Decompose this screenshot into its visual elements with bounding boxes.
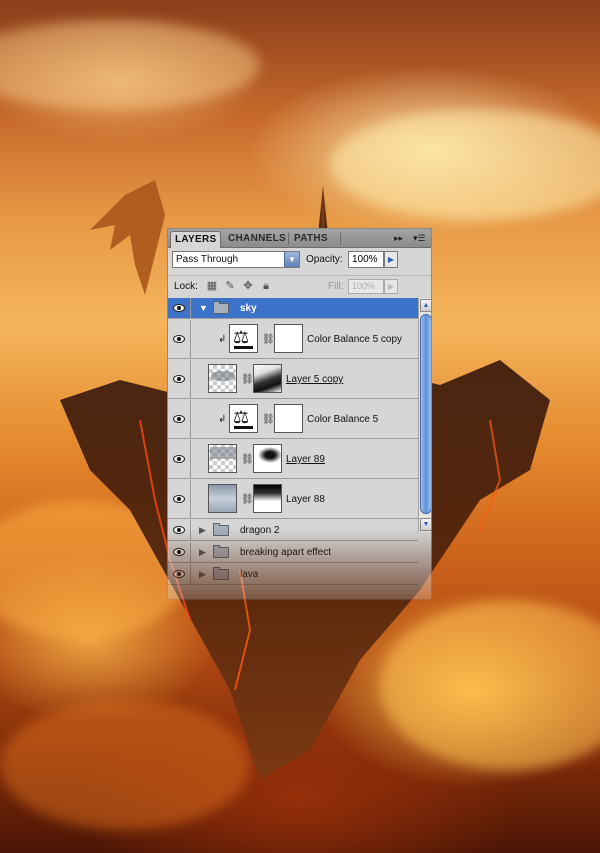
tab-paths[interactable]: PATHS [290,231,332,247]
link-chain-icon: ⛓ [262,334,275,345]
blend-mode-select[interactable]: Pass Through ▼ [172,251,300,268]
layer-name: sky [240,303,257,314]
visibility-toggle[interactable] [168,564,191,584]
panel-tab-bar: LAYERS CHANNELS PATHS ▸▸ ▾☰ [168,229,431,248]
layer-color-balance-5-copy[interactable]: ↲ ⚖ ⛓ Color Balance 5 copy [168,320,418,359]
tab-channels[interactable]: CHANNELS [224,231,290,247]
layer-mask-thumbnail[interactable] [274,324,303,353]
tab-layers[interactable]: LAYERS [170,231,222,248]
blend-row: Pass Through ▼ Opacity: 100% ▶ [168,248,431,274]
color-balance-icon: ⚖ [229,404,258,433]
layer-name: breaking apart effect [240,547,331,558]
folder-icon [213,301,229,314]
expand-triangle-icon[interactable]: ▼ [199,303,208,313]
eye-icon [173,304,185,312]
folder-icon [213,545,229,558]
lock-row: Lock: ▦ ✎ ✥ 🔒︎ Fill: 100% ▶ [168,275,431,298]
chevron-down-icon: ▼ [284,252,299,267]
link-chain-icon: ⛓ [241,374,254,385]
folder-icon [213,523,229,536]
eye-icon [173,375,185,383]
layer-group-dragon-2[interactable]: ▶ dragon 2 [168,520,418,541]
layer-5-copy[interactable]: ⛓ Layer 5 copy [168,360,418,399]
layer-group-lava[interactable]: ▶ lava [168,564,418,585]
layer-name: Color Balance 5 copy [307,334,403,345]
visibility-toggle[interactable] [168,520,191,540]
scroll-down-icon[interactable]: ▼ [420,518,431,531]
layer-mask-thumbnail[interactable] [253,444,282,473]
opacity-label: Opacity: [306,254,343,265]
visibility-toggle[interactable] [168,298,191,318]
fill-label: Fill: [328,281,344,292]
layer-name: lava [240,569,259,580]
layer-group-breaking-apart-effect[interactable]: ▶ breaking apart effect [168,542,418,563]
color-balance-icon: ⚖ [229,324,258,353]
visibility-toggle[interactable] [168,320,191,358]
eye-icon [173,495,185,503]
visibility-toggle[interactable] [168,440,191,478]
lock-all-icon[interactable]: 🔒︎ [260,280,272,292]
fill-input[interactable]: 100% [348,279,384,294]
panel-menu-icon[interactable]: ▾☰ [413,232,426,244]
layer-thumbnail[interactable] [208,484,237,513]
layer-color-balance-5[interactable]: ↲ ⚖ ⛓ Color Balance 5 [168,400,418,439]
layer-name: dragon 2 [240,525,280,536]
lock-brush-icon[interactable]: ✎ [224,280,236,292]
visibility-toggle[interactable] [168,542,191,562]
collapse-icon[interactable]: ▸▸ [394,232,403,244]
dragon-silhouette [90,180,165,295]
clip-arrow-icon: ↲ [218,414,227,425]
eye-icon [173,335,185,343]
expand-triangle-icon[interactable]: ▶ [199,525,206,536]
layers-panel: LAYERS CHANNELS PATHS ▸▸ ▾☰ Pass Through… [167,228,432,600]
tab-separator [288,233,289,245]
tab-separator [340,233,341,245]
layer-thumbnail[interactable] [208,364,237,393]
layer-mask-thumbnail[interactable] [253,484,282,513]
layer-89[interactable]: ⛓ Layer 89 [168,440,418,479]
layer-mask-thumbnail[interactable] [253,364,282,393]
link-chain-icon: ⛓ [262,414,275,425]
lock-label: Lock: [174,281,198,292]
eye-icon [173,526,185,534]
eye-icon [173,455,185,463]
expand-triangle-icon[interactable]: ▶ [199,547,206,558]
folder-icon [213,567,229,580]
layer-name: Layer 5 copy [286,374,344,385]
layer-name: Layer 89 [286,454,325,465]
fill-slider-button[interactable]: ▶ [384,279,398,294]
scrollbar-thumb[interactable] [420,314,431,514]
scroll-up-icon[interactable]: ▲ [420,299,431,312]
visibility-toggle[interactable] [168,480,191,518]
visibility-toggle[interactable] [168,360,191,398]
layer-name: Layer 88 [286,494,325,505]
layer-mask-thumbnail[interactable] [274,404,303,433]
layer-name: Color Balance 5 [307,414,379,425]
layer-list: ▼ sky ↲ ⚖ ⛓ Color Balance 5 copy ⛓ Layer… [168,298,431,599]
opacity-slider-button[interactable]: ▶ [384,251,398,268]
eye-icon [173,415,185,423]
visibility-toggle[interactable] [168,400,191,438]
layer-list-scrollbar[interactable]: ▲ ▼ [418,298,431,532]
layer-thumbnail[interactable] [208,444,237,473]
eye-icon [173,548,185,556]
layer-88[interactable]: ⛓ Layer 88 [168,480,418,519]
link-chain-icon: ⛓ [241,494,254,505]
expand-triangle-icon[interactable]: ▶ [199,569,206,580]
blend-mode-value: Pass Through [176,254,239,265]
layer-group-sky[interactable]: ▼ sky [168,298,418,319]
lock-position-icon[interactable]: ✥ [242,280,254,292]
lock-transparent-icon[interactable]: ▦ [206,280,218,292]
link-chain-icon: ⛓ [241,454,254,465]
opacity-input[interactable]: 100% [348,251,384,268]
eye-icon [173,570,185,578]
clip-arrow-icon: ↲ [218,334,227,345]
